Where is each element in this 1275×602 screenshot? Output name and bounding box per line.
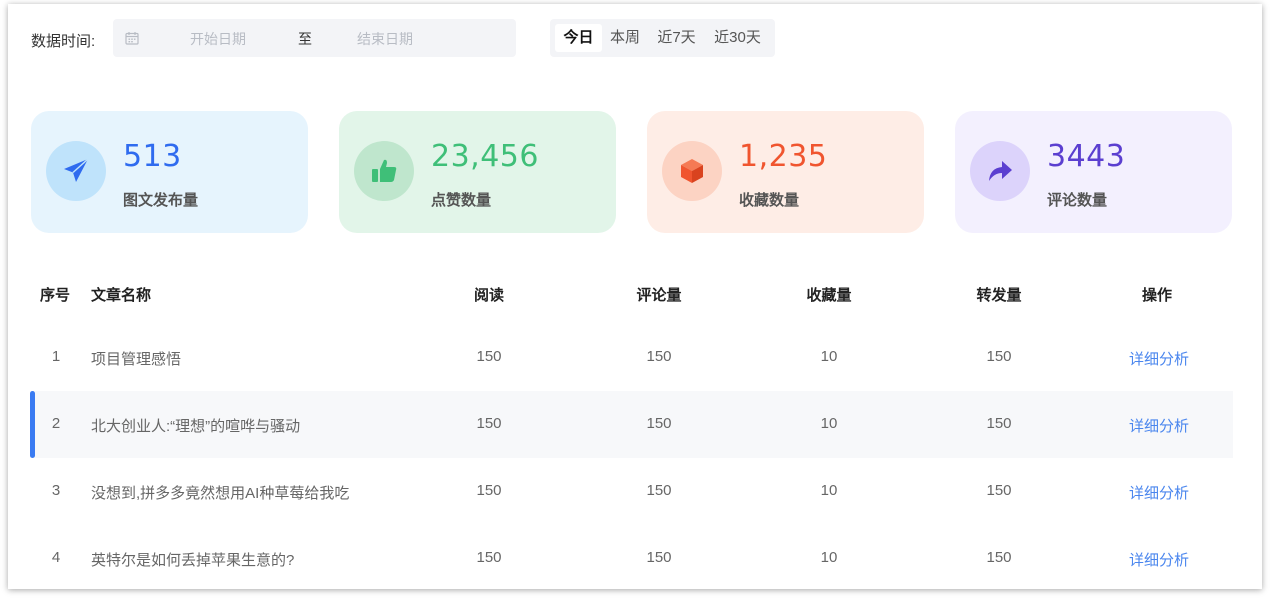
cell-shares: 150: [986, 348, 1012, 365]
stat-label: 收藏数量: [739, 192, 800, 209]
paper-plane-icon: [64, 158, 89, 182]
table-row: 1 项目管理感悟 150 150 10 150 详细分析: [30, 324, 1233, 391]
col-header-action: 操作: [1141, 287, 1172, 304]
table-row: 3 没想到,拼多多竟然想用AI种草莓给我吃 150 150 10 150 详细分…: [30, 458, 1233, 525]
cell-comments: 150: [646, 549, 672, 566]
table-header: 序号 文章名称 阅读 评论量 收藏量 转发量 操作: [8, 284, 1262, 314]
filter-bar: 数据时间: 开始日期 至 结束日期 今日 本周 近7天 近30天: [8, 18, 1262, 58]
stat-card-posts: 513 图文发布量: [31, 111, 308, 233]
dashboard-panel: 数据时间: 开始日期 至 结束日期 今日 本周 近7天 近30天 513 图文发…: [8, 4, 1262, 589]
col-header-reads: 阅读: [473, 287, 504, 304]
detail-analysis-link[interactable]: 详细分析: [1129, 482, 1189, 503]
stat-value: 23,456: [431, 139, 539, 174]
cell-shares: 150: [986, 549, 1012, 566]
stat-card-comments: 3443 评论数量: [955, 111, 1232, 233]
cell-shares: 150: [986, 415, 1012, 432]
cell-shares: 150: [986, 482, 1012, 499]
table-row: 4 英特尔是如何丢掉苹果生意的? 150 150 10 150 详细分析: [30, 525, 1233, 589]
cell-reads: 150: [476, 482, 502, 499]
end-date-input[interactable]: 结束日期: [357, 29, 413, 49]
stat-icon-badge: [46, 141, 106, 201]
col-header-title: 文章名称: [91, 287, 152, 304]
cell-reads: 150: [476, 549, 502, 566]
stat-icon-badge: [970, 141, 1030, 201]
col-header-favorites: 收藏量: [806, 287, 852, 304]
detail-analysis-link[interactable]: 详细分析: [1129, 549, 1189, 570]
share-arrow-icon: [989, 161, 1012, 181]
detail-analysis-link[interactable]: 详细分析: [1129, 415, 1189, 436]
row-highlight-bar: [30, 391, 35, 458]
cell-reads: 150: [476, 415, 502, 432]
stat-icon-badge: [662, 141, 722, 201]
thumbs-up-icon: [372, 159, 397, 182]
cell-favorites: 10: [820, 482, 838, 499]
stat-label: 点赞数量: [431, 192, 492, 209]
col-header-comments: 评论量: [636, 287, 682, 304]
tab-today[interactable]: 今日: [555, 24, 602, 52]
col-header-shares: 转发量: [976, 287, 1022, 304]
stat-value: 1,235: [739, 139, 828, 174]
stat-label: 评论数量: [1047, 192, 1108, 209]
calendar-icon: [125, 32, 139, 45]
cell-favorites: 10: [820, 549, 838, 566]
cell-title: 英特尔是如何丢掉苹果生意的?: [91, 552, 295, 569]
cell-comments: 150: [646, 482, 672, 499]
date-range-picker[interactable]: 开始日期 至 结束日期: [113, 19, 516, 57]
stat-value: 3443: [1047, 139, 1126, 174]
cell-index: 1: [51, 348, 61, 365]
quick-range-tabs: 今日 本周 近7天 近30天: [550, 19, 775, 57]
filter-label: 数据时间:: [31, 33, 96, 50]
cell-index: 3: [51, 482, 61, 499]
stat-card-favorites: 1,235 收藏数量: [647, 111, 924, 233]
cell-favorites: 10: [820, 348, 838, 365]
cell-title: 北大创业人:“理想”的喧哗与骚动: [91, 418, 301, 435]
cell-index: 2: [51, 415, 61, 432]
stat-card-likes: 23,456 点赞数量: [339, 111, 616, 233]
date-separator: 至: [298, 31, 312, 47]
tab-last-30-days[interactable]: 近30天: [710, 24, 765, 52]
table-row: 2 北大创业人:“理想”的喧哗与骚动 150 150 10 150 详细分析: [30, 391, 1233, 458]
start-date-input[interactable]: 开始日期: [190, 29, 246, 49]
detail-analysis-link[interactable]: 详细分析: [1129, 348, 1189, 369]
cell-index: 4: [51, 549, 61, 566]
tab-this-week[interactable]: 本周: [607, 24, 643, 52]
cell-comments: 150: [646, 348, 672, 365]
cell-comments: 150: [646, 415, 672, 432]
stat-label: 图文发布量: [123, 192, 199, 209]
cell-title: 没想到,拼多多竟然想用AI种草莓给我吃: [91, 485, 350, 502]
cell-reads: 150: [476, 348, 502, 365]
col-header-index: 序号: [40, 287, 71, 304]
stat-value: 513: [123, 139, 182, 174]
cell-title: 项目管理感悟: [91, 351, 182, 368]
stat-icon-badge: [354, 141, 414, 201]
tab-last-7-days[interactable]: 近7天: [654, 24, 699, 52]
cell-favorites: 10: [820, 415, 838, 432]
cube-icon: [681, 159, 703, 183]
